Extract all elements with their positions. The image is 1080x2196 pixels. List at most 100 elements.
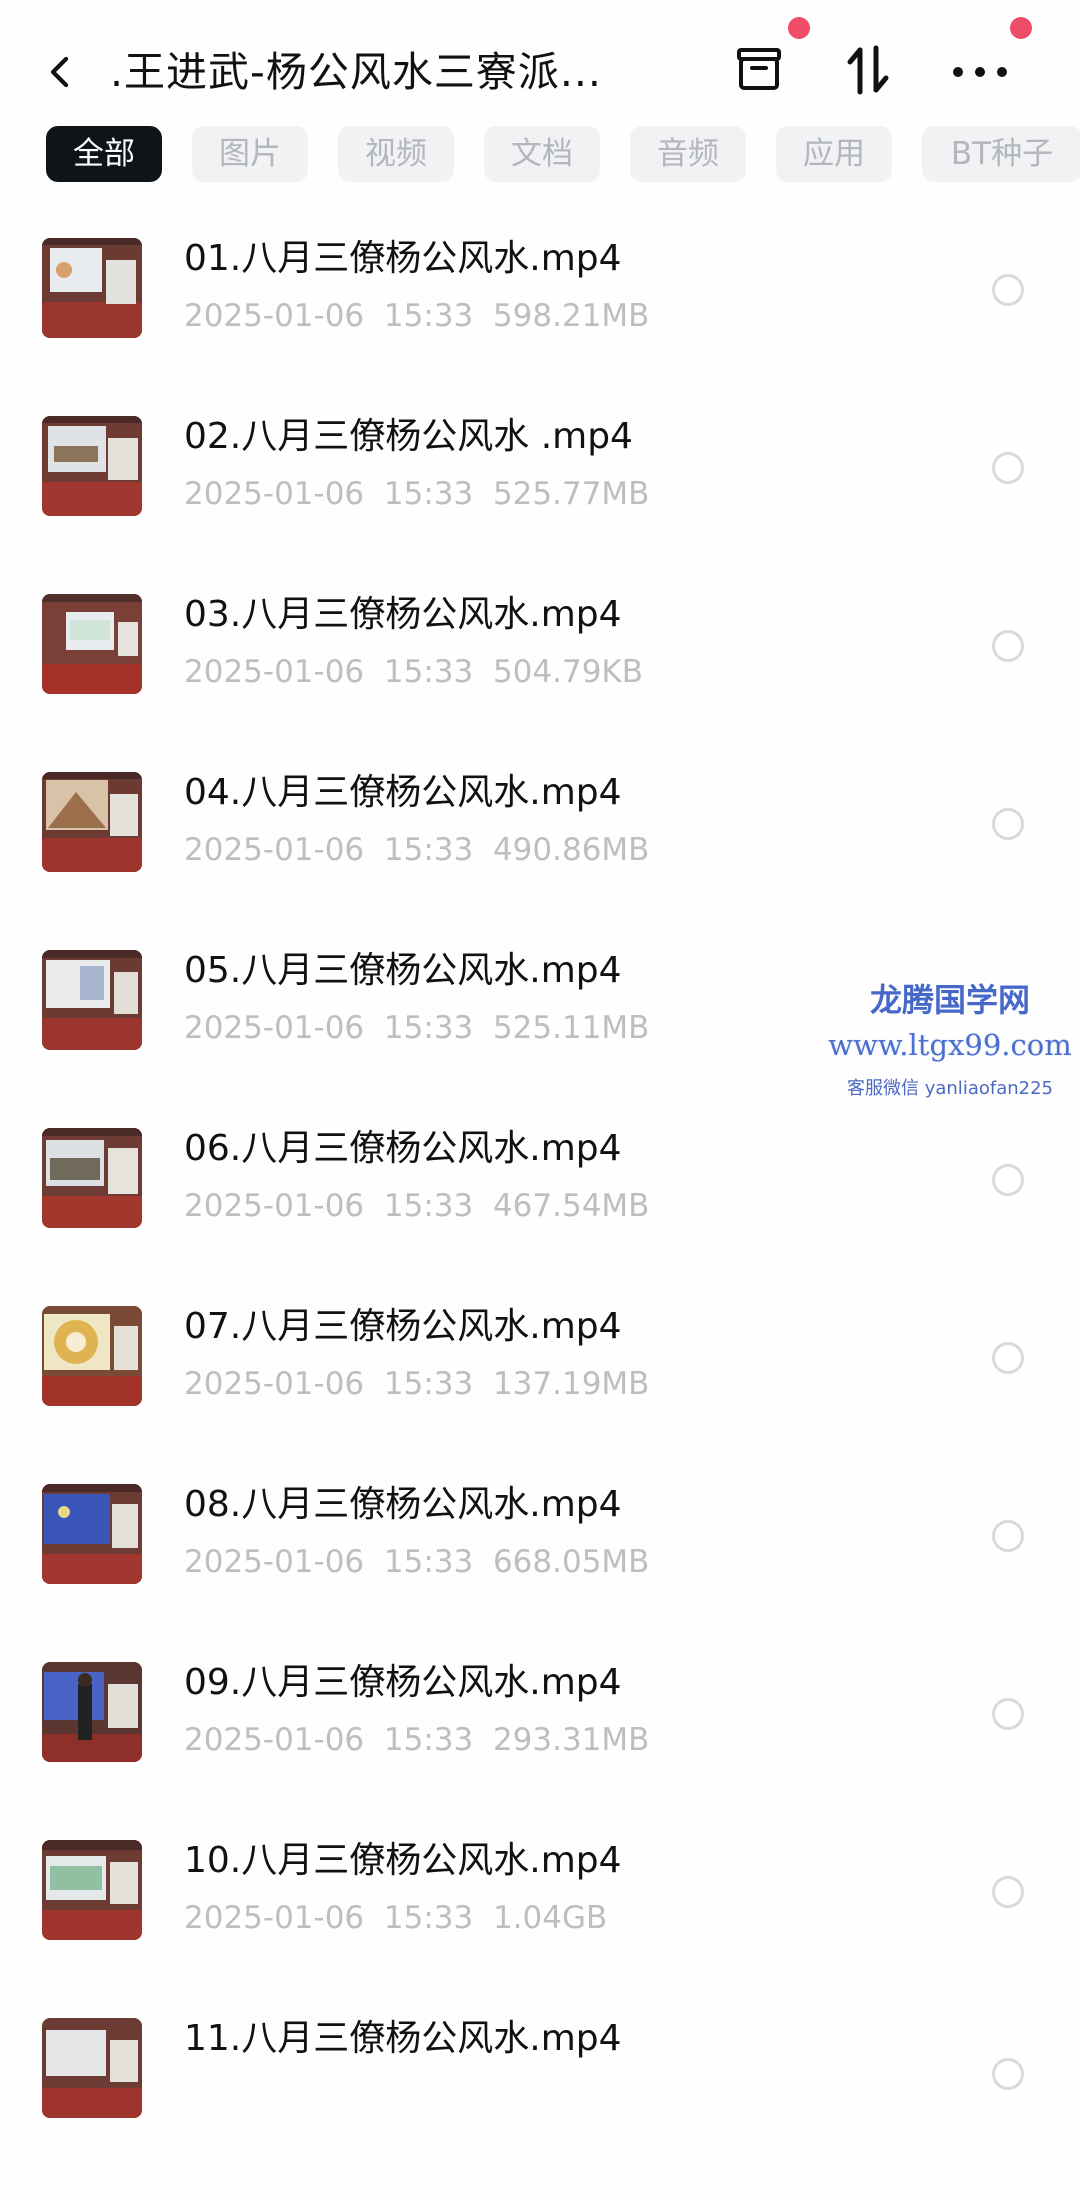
file-name: 02.八月三僚杨公风水 .mp4	[184, 416, 633, 457]
select-checkbox[interactable]	[992, 1520, 1024, 1552]
tab-bt-torrents[interactable]: BT种子	[922, 126, 1080, 182]
file-date: 2025-01-06	[184, 1900, 365, 1936]
watermark-url: www.ltgx99.com	[828, 1028, 1072, 1062]
file-size: 293.31MB	[492, 1722, 650, 1758]
file-size: 137.19MB	[492, 1366, 650, 1402]
file-name: 11.八月三僚杨公风水.mp4	[184, 2018, 622, 2059]
more-button[interactable]	[948, 38, 1012, 102]
file-size: 668.05MB	[492, 1544, 650, 1580]
file-time: 15:33	[383, 654, 474, 690]
file-item[interactable]: 09.八月三僚杨公风水.mp4 2025-01-06 15:33 293.31M…	[0, 1662, 1080, 1840]
file-name: 05.八月三僚杨公风水.mp4	[184, 950, 622, 991]
sort-arrows-icon	[847, 45, 889, 95]
select-checkbox[interactable]	[992, 808, 1024, 840]
file-item[interactable]: 08.八月三僚杨公风水.mp4 2025-01-06 15:33 668.05M…	[0, 1484, 1080, 1662]
file-date: 2025-01-06	[184, 1188, 365, 1224]
file-time: 15:33	[383, 1544, 474, 1580]
file-meta: 2025-01-06 15:33 525.77MB	[184, 472, 649, 516]
file-name: 04.八月三僚杨公风水.mp4	[184, 772, 622, 813]
tab-all[interactable]: 全部	[46, 126, 162, 182]
tab-audio[interactable]: 音频	[630, 126, 746, 182]
tab-apps[interactable]: 应用	[776, 126, 892, 182]
video-thumbnail	[42, 950, 142, 1050]
file-size: 525.11MB	[492, 1010, 650, 1046]
watermark-contact: 客服微信 yanliaofan225	[847, 1078, 1053, 1099]
sort-button[interactable]	[836, 38, 900, 102]
folder-title: .王进武-杨公风水三寮派...	[110, 48, 602, 96]
file-meta: 2025-01-06 15:33 598.21MB	[184, 294, 649, 338]
video-thumbnail	[42, 1840, 142, 1940]
video-thumbnail	[42, 594, 142, 694]
file-time: 15:33	[383, 1366, 474, 1402]
select-checkbox[interactable]	[992, 1876, 1024, 1908]
file-time: 15:33	[383, 476, 474, 512]
archive-button[interactable]	[728, 38, 792, 102]
file-meta: 2025-01-06 15:33 1.04GB	[184, 1896, 607, 1940]
file-item[interactable]: 07.八月三僚杨公风水.mp4 2025-01-06 15:33 137.19M…	[0, 1306, 1080, 1484]
file-date: 2025-01-06	[184, 476, 365, 512]
select-checkbox[interactable]	[992, 452, 1024, 484]
video-thumbnail	[42, 1484, 142, 1584]
tab-videos[interactable]: 视频	[338, 126, 454, 182]
watermark-site-name: 龙腾国学网	[869, 981, 1030, 1019]
file-meta: 2025-01-06 15:33 293.31MB	[184, 1718, 649, 1762]
archive-notification-dot	[788, 17, 810, 39]
file-name: 03.八月三僚杨公风水.mp4	[184, 594, 622, 635]
file-size: 504.79KB	[492, 654, 644, 690]
select-checkbox[interactable]	[992, 1698, 1024, 1730]
file-time: 15:33	[383, 1010, 474, 1046]
video-thumbnail	[42, 238, 142, 338]
file-time: 15:33	[383, 298, 474, 334]
file-type-tabs: 全部 图片 视频 文档 音频 应用 BT种子	[0, 126, 1080, 184]
file-time: 15:33	[383, 1722, 474, 1758]
tab-documents[interactable]: 文档	[484, 126, 600, 182]
file-name: 08.八月三僚杨公风水.mp4	[184, 1484, 622, 1525]
video-thumbnail	[42, 2018, 142, 2118]
file-meta: 2025-01-06 15:33 504.79KB	[184, 650, 643, 694]
file-item[interactable]: 10.八月三僚杨公风水.mp4 2025-01-06 15:33 1.04GB	[0, 1840, 1080, 2018]
file-meta: 2025-01-06 15:33 467.54MB	[184, 1184, 649, 1228]
file-size: 490.86MB	[492, 832, 650, 868]
back-button[interactable]	[40, 44, 84, 100]
file-item[interactable]: 01.八月三僚杨公风水.mp4 2025-01-06 15:33 598.21M…	[0, 238, 1080, 416]
more-dots-icon	[953, 67, 1007, 77]
more-notification-dot	[1010, 17, 1032, 39]
file-name: 07.八月三僚杨公风水.mp4	[184, 1306, 622, 1347]
file-date: 2025-01-06	[184, 1544, 365, 1580]
file-item[interactable]: 04.八月三僚杨公风水.mp4 2025-01-06 15:33 490.86M…	[0, 772, 1080, 950]
file-meta: 2025-01-06 15:33 490.86MB	[184, 828, 649, 872]
file-meta: 2025-01-06 15:33 137.19MB	[184, 1362, 649, 1406]
file-item[interactable]: 03.八月三僚杨公风水.mp4 2025-01-06 15:33 504.79K…	[0, 594, 1080, 772]
video-thumbnail	[42, 772, 142, 872]
file-item[interactable]: 11.八月三僚杨公风水.mp4	[0, 2018, 1080, 2196]
file-time: 15:33	[383, 1188, 474, 1224]
select-checkbox[interactable]	[992, 1342, 1024, 1374]
select-checkbox[interactable]	[992, 1164, 1024, 1196]
chevron-left-icon	[50, 56, 69, 88]
tab-images[interactable]: 图片	[192, 126, 308, 182]
file-date: 2025-01-06	[184, 298, 365, 334]
archive-box-icon	[737, 48, 781, 90]
file-date: 2025-01-06	[184, 1010, 365, 1046]
file-size: 467.54MB	[492, 1188, 650, 1224]
video-thumbnail	[42, 1306, 142, 1406]
file-date: 2025-01-06	[184, 1366, 365, 1402]
file-name: 10.八月三僚杨公风水.mp4	[184, 1840, 622, 1881]
top-app-bar: .王进武-杨公风水三寮派...	[0, 0, 1080, 130]
file-size: 1.04GB	[492, 1900, 608, 1936]
file-time: 15:33	[383, 1900, 474, 1936]
select-checkbox[interactable]	[992, 2058, 1024, 2090]
video-thumbnail	[42, 416, 142, 516]
file-time: 15:33	[383, 832, 474, 868]
file-name: 09.八月三僚杨公风水.mp4	[184, 1662, 622, 1703]
file-meta	[184, 2074, 223, 2118]
select-checkbox[interactable]	[992, 274, 1024, 306]
file-date: 2025-01-06	[184, 654, 365, 690]
select-checkbox[interactable]	[992, 630, 1024, 662]
video-thumbnail	[42, 1662, 142, 1762]
file-size: 525.77MB	[492, 476, 650, 512]
file-item[interactable]: 06.八月三僚杨公风水.mp4 2025-01-06 15:33 467.54M…	[0, 1128, 1080, 1306]
file-date: 2025-01-06	[184, 1722, 365, 1758]
file-meta: 2025-01-06 15:33 668.05MB	[184, 1540, 649, 1584]
file-item[interactable]: 02.八月三僚杨公风水 .mp4 2025-01-06 15:33 525.77…	[0, 416, 1080, 594]
